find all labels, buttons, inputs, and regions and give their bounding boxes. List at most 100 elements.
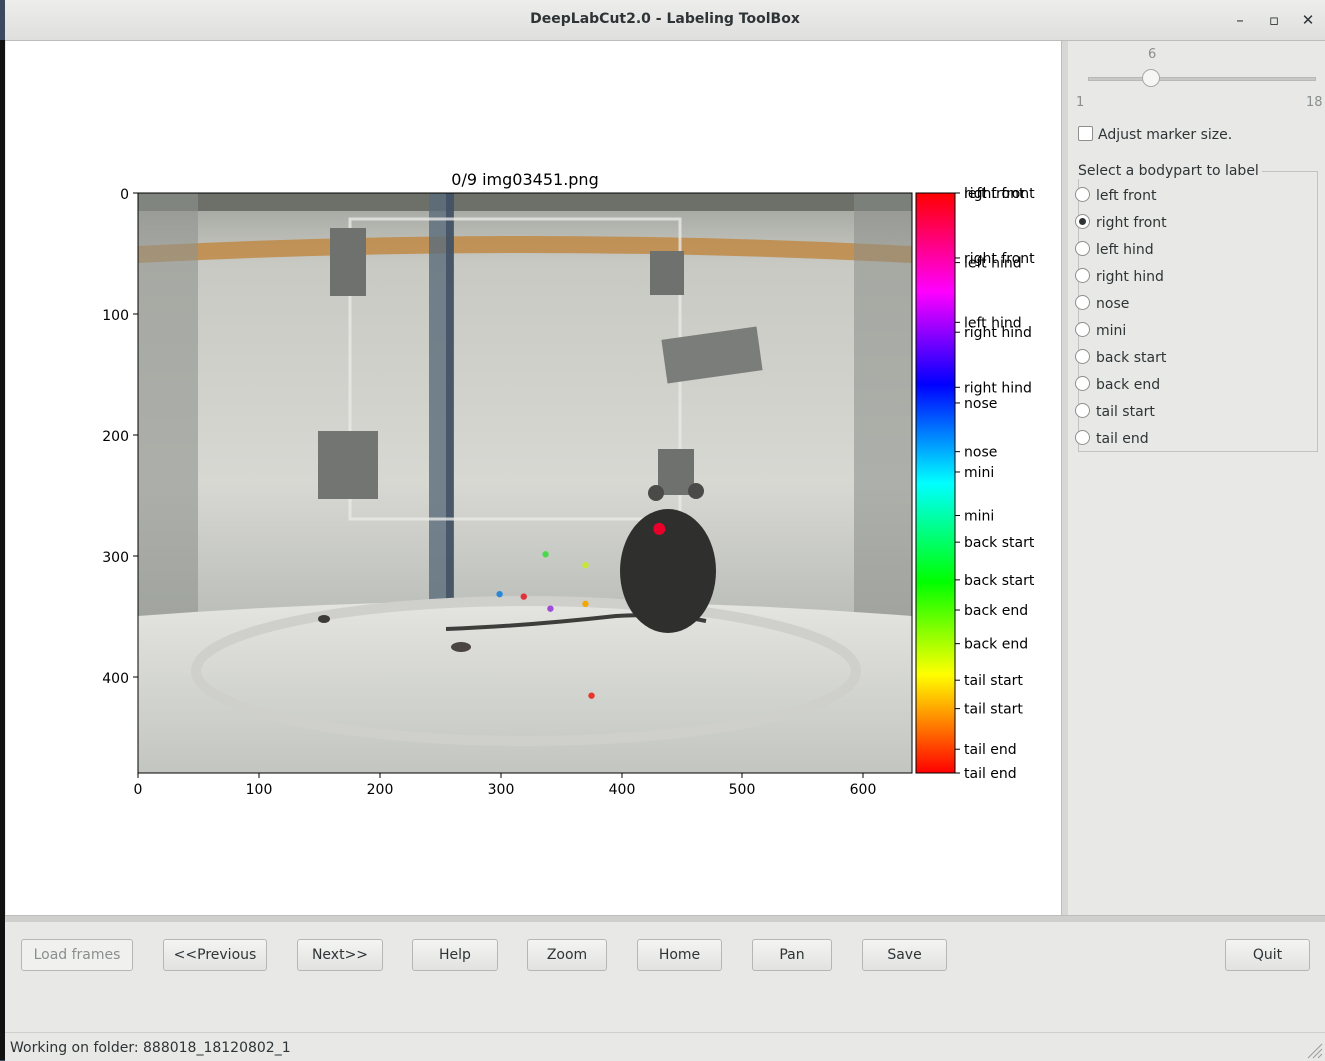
colorbar-label: tail start — [964, 702, 1023, 718]
colorbar-label: nose — [964, 445, 997, 461]
label-point[interactable] — [542, 551, 549, 558]
label-point[interactable] — [582, 600, 589, 608]
x-tick-label: 500 — [729, 782, 756, 798]
bodypart-radio-tail-end[interactable]: tail end — [1075, 429, 1149, 449]
x-tick-label: 0 — [134, 782, 143, 798]
bodypart-radio-nose[interactable]: nose — [1075, 294, 1129, 314]
radio-button[interactable] — [1075, 376, 1090, 391]
resize-grip-icon[interactable] — [1303, 1039, 1323, 1059]
close-button[interactable]: ✕ — [1297, 10, 1319, 30]
colorbar-label: nose — [964, 396, 997, 412]
bodypart-radio-left-front[interactable]: left front — [1075, 186, 1156, 206]
colorbar-labels: left frontright frontright frontleft hin… — [955, 186, 1035, 782]
radio-label: right hind — [1096, 269, 1164, 285]
x-tick-label: 300 — [488, 782, 515, 798]
radio-button[interactable] — [1075, 241, 1090, 256]
quit-button[interactable]: Quit — [1225, 939, 1310, 971]
radio-label: mini — [1096, 323, 1127, 339]
help-button[interactable]: Help — [412, 939, 498, 971]
next-button[interactable]: Next>> — [297, 939, 383, 971]
plot-canvas[interactable]: 0/9 img03451.png 0 100 200 300 400 500 6… — [6, 41, 1061, 915]
y-tick-label: 0 — [120, 187, 129, 203]
radio-button[interactable] — [1075, 430, 1090, 445]
marker-size-slider[interactable] — [1088, 77, 1316, 81]
x-axis: 0 100 200 300 400 500 600 — [134, 773, 877, 798]
radio-label: left hind — [1096, 242, 1154, 258]
y-tick-label: 100 — [102, 308, 129, 324]
radio-label: back end — [1096, 377, 1161, 393]
label-point[interactable] — [653, 522, 666, 535]
radio-button[interactable] — [1075, 349, 1090, 364]
slider-min: 1 — [1076, 95, 1085, 110]
bodypart-radio-left-hind[interactable]: left hind — [1075, 240, 1154, 260]
y-axis: 0 100 200 300 400 — [102, 187, 138, 687]
radio-label: left front — [1096, 188, 1157, 204]
colorbar-label: mini — [964, 508, 994, 524]
colorbar-label: tail end — [964, 766, 1017, 782]
label-point[interactable] — [520, 593, 527, 600]
label-point[interactable] — [496, 590, 503, 598]
radio-button[interactable] — [1075, 187, 1090, 202]
checkbox-label: Adjust marker size. — [1098, 127, 1233, 143]
pan-button[interactable]: Pan — [752, 939, 832, 971]
zoom-button[interactable]: Zoom — [527, 939, 607, 971]
load-frames-button[interactable]: Load frames — [21, 939, 133, 971]
colorbar-label: back start — [964, 573, 1035, 589]
window-title: DeepLabCut2.0 - Labeling ToolBox — [530, 11, 800, 27]
bodypart-radio-tail-start[interactable]: tail start — [1075, 402, 1155, 422]
y-tick-label: 200 — [102, 429, 129, 445]
slider-handle[interactable] — [1142, 69, 1160, 87]
plot-title: 0/9 img03451.png — [451, 170, 598, 189]
label-point[interactable] — [582, 561, 589, 569]
radio-label: back start — [1096, 350, 1167, 366]
slider-max: 18 — [1306, 95, 1323, 110]
x-tick-label: 200 — [367, 782, 394, 798]
y-tick-label: 400 — [102, 671, 129, 687]
bodypart-radio-right-hind[interactable]: right hind — [1075, 267, 1164, 287]
previous-button[interactable]: <<Previous — [163, 939, 267, 971]
horizontal-splitter[interactable] — [5, 915, 1325, 922]
bodypart-group-label: Select a bodypart to label — [1075, 163, 1262, 179]
radio-button[interactable] — [1075, 322, 1090, 337]
control-panel: 6 1 18 Adjust marker size. Select a body… — [1068, 41, 1325, 915]
colorbar-label: right front — [964, 186, 1035, 202]
label-point[interactable] — [588, 692, 595, 699]
status-bar: Working on folder: 888018_18120802_1 — [5, 1032, 1325, 1061]
adjust-marker-checkbox[interactable]: Adjust marker size. — [1078, 126, 1232, 143]
radio-label: tail start — [1096, 404, 1155, 420]
radio-label: nose — [1096, 296, 1130, 312]
frame-image — [138, 193, 912, 773]
home-button[interactable]: Home — [637, 939, 722, 971]
bodypart-radio-back-end[interactable]: back end — [1075, 375, 1160, 395]
colorbar-label: back end — [964, 637, 1028, 653]
label-point[interactable] — [547, 605, 554, 612]
checkbox-box[interactable] — [1078, 126, 1093, 141]
radio-button[interactable] — [1075, 214, 1090, 229]
bodypart-radio-right-front[interactable]: right front — [1075, 213, 1167, 233]
colorbar — [915, 192, 956, 774]
radio-button[interactable] — [1075, 295, 1090, 310]
maximize-button[interactable]: ▫ — [1263, 10, 1285, 30]
minimize-button[interactable]: – — [1229, 10, 1251, 30]
labeling-figure[interactable]: 0/9 img03451.png 0 100 200 300 400 500 6… — [6, 41, 1061, 915]
radio-label: tail end — [1096, 431, 1149, 447]
title-bar: DeepLabCut2.0 - Labeling ToolBox – ▫ ✕ — [5, 0, 1325, 41]
y-tick-label: 300 — [102, 550, 129, 566]
x-tick-label: 400 — [609, 782, 636, 798]
x-tick-label: 100 — [246, 782, 273, 798]
save-button[interactable]: Save — [862, 939, 947, 971]
bodypart-radio-mini[interactable]: mini — [1075, 321, 1126, 341]
x-tick-label: 600 — [850, 782, 877, 798]
button-bar: Load frames <<Previous Next>> Help Zoom … — [5, 922, 1325, 1032]
radio-label: right front — [1096, 215, 1167, 231]
colorbar-label: tail end — [964, 742, 1017, 758]
radio-button[interactable] — [1075, 268, 1090, 283]
colorbar-label: back start — [964, 535, 1035, 551]
bodypart-radio-back-start[interactable]: back start — [1075, 348, 1166, 368]
colorbar-label: back end — [964, 603, 1028, 619]
colorbar-label: left hind — [964, 256, 1022, 272]
status-text: Working on folder: 888018_18120802_1 — [10, 1040, 291, 1056]
colorbar-label: right hind — [964, 325, 1032, 341]
radio-button[interactable] — [1075, 403, 1090, 418]
labeling-toolbox-window: DeepLabCut2.0 - Labeling ToolBox – ▫ ✕ 0… — [5, 0, 1325, 1061]
